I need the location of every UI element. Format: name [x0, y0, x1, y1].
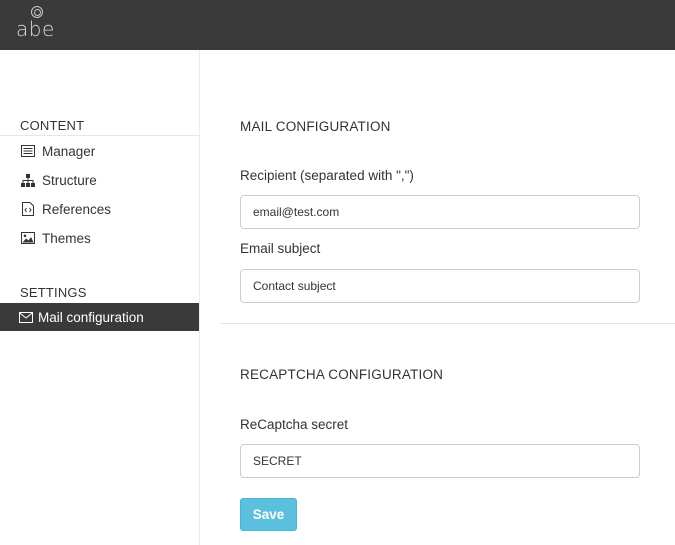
- sidebar: CONTENT Manager Structure References The…: [0, 50, 200, 545]
- list-icon: [21, 144, 35, 158]
- email-subject-input[interactable]: [240, 269, 640, 303]
- recaptcha-secret-label: ReCaptcha secret: [240, 417, 349, 432]
- sidebar-item-label: Manager: [42, 143, 96, 159]
- sidebar-section-settings: SETTINGS: [20, 285, 87, 300]
- sidebar-divider: [0, 135, 199, 136]
- sitemap-icon: [21, 173, 35, 187]
- sidebar-item-label: Themes: [42, 230, 91, 246]
- sidebar-item-manager[interactable]: Manager: [0, 137, 199, 165]
- sidebar-item-mail-configuration[interactable]: Mail configuration: [0, 303, 199, 331]
- recaptcha-configuration-title: RECAPTCHA CONFIGURATION: [240, 367, 444, 382]
- top-bar: abe: [0, 0, 675, 50]
- recipient-label: Recipient (separated with ","): [240, 168, 414, 183]
- envelope-icon: [19, 310, 33, 324]
- logo-text: abe: [16, 17, 55, 41]
- image-icon: [21, 231, 35, 245]
- sidebar-item-label: Mail configuration: [38, 309, 144, 325]
- main-panel: MAIL CONFIGURATION Recipient (separated …: [201, 50, 675, 545]
- sidebar-item-label: References: [42, 201, 112, 217]
- sidebar-section-content: CONTENT: [20, 118, 85, 133]
- section-divider: [221, 323, 675, 324]
- email-subject-label: Email subject: [240, 241, 321, 256]
- abe-logo[interactable]: abe: [14, 6, 62, 44]
- sidebar-item-structure[interactable]: Structure: [0, 166, 199, 194]
- sidebar-item-label: Structure: [42, 172, 97, 188]
- mail-configuration-title: MAIL CONFIGURATION: [240, 119, 391, 134]
- recaptcha-secret-input[interactable]: [240, 444, 640, 478]
- sidebar-item-themes[interactable]: Themes: [0, 224, 199, 252]
- sidebar-item-references[interactable]: References: [0, 195, 199, 223]
- code-file-icon: [21, 202, 35, 216]
- save-button[interactable]: Save: [240, 498, 297, 531]
- recipient-input[interactable]: [240, 195, 640, 229]
